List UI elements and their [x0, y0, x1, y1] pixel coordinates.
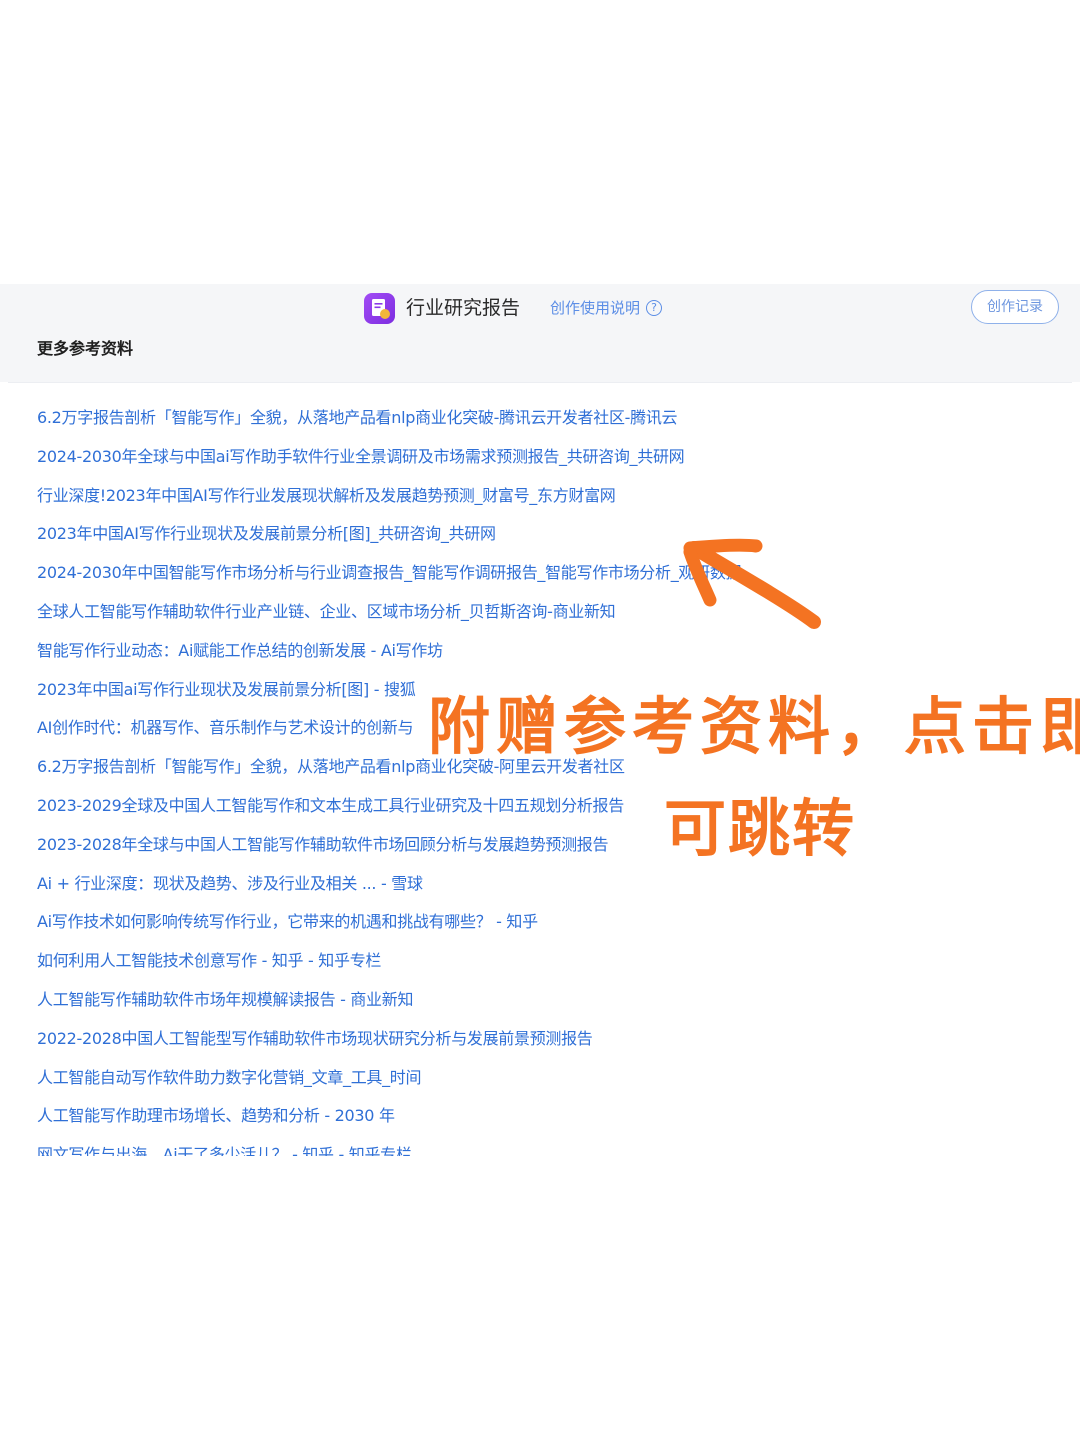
reference-list: 6.2万字报告剖析「智能写作」全貌，从落地产品看nlp商业化突破-腾讯云开发者社… [37, 406, 1077, 1156]
reference-link[interactable]: 网文写作与出海，Ai干了多少活儿？ - 知乎 - 知乎专栏 [37, 1143, 1077, 1156]
history-button[interactable]: 创作记录 [971, 290, 1059, 324]
reference-link[interactable]: 人工智能写作助理市场增长、趋势和分析 - 2030 年 [37, 1104, 1077, 1143]
app-screenshot: 行业研究报告 创作使用说明 ? 创作记录 更多参考资料 6.2万字报告剖析「智能… [0, 284, 1080, 1156]
document-report-icon [364, 293, 395, 324]
page-title: 行业研究报告 [406, 297, 521, 319]
divider [8, 382, 1072, 383]
reference-link[interactable]: 2024-2030年全球与中国ai写作助手软件行业全景调研及市场需求预测报告_共… [37, 445, 1077, 484]
help-link-label: 创作使用说明 [550, 299, 641, 317]
reference-link[interactable]: 2023-2029全球及中国人工智能写作和文本生成工具行业研究及十四五规划分析报… [37, 794, 1077, 833]
reference-link[interactable]: 2023年中国ai写作行业现状及发展前景分析[图] - 搜狐 [37, 678, 1077, 717]
reference-link[interactable]: 2023-2028年全球与中国人工智能写作辅助软件市场回顾分析与发展趋势预测报告 [37, 833, 1077, 872]
section-title: 更多参考资料 [37, 339, 134, 358]
reference-link[interactable]: 2024-2030年中国智能写作市场分析与行业调查报告_智能写作调研报告_智能写… [37, 561, 1077, 600]
reference-link[interactable]: 人工智能自动写作软件助力数字化营销_文章_工具_时间 [37, 1066, 1077, 1105]
reference-link[interactable]: 行业深度!2023年中国AI写作行业发展现状解析及发展趋势预测_财富号_东方财富… [37, 484, 1077, 523]
reference-link[interactable]: 人工智能写作辅助软件市场年规模解读报告 - 商业新知 [37, 988, 1077, 1027]
question-circle-icon: ? [646, 300, 663, 316]
help-link[interactable]: 创作使用说明 ? [550, 297, 663, 319]
header-bar: 行业研究报告 创作使用说明 ? 创作记录 更多参考资料 [0, 284, 1080, 382]
reference-link[interactable]: 如何利用人工智能技术创意写作 - 知乎 - 知乎专栏 [37, 949, 1077, 988]
reference-link[interactable]: 全球人工智能写作辅助软件行业产业链、企业、区域市场分析_贝哲斯咨询-商业新知 [37, 600, 1077, 639]
reference-link[interactable]: 6.2万字报告剖析「智能写作」全貌，从落地产品看nlp商业化突破-阿里云开发者社… [37, 755, 1077, 794]
reference-link[interactable]: AI创作时代：机器写作、音乐制作与艺术设计的创新与 [37, 716, 1077, 755]
reference-link[interactable]: 智能写作行业动态：Ai赋能工作总结的创新发展 - Ai写作坊 [37, 639, 1077, 678]
reference-link[interactable]: Ai + 行业深度：现状及趋势、涉及行业及相关 ... - 雪球 [37, 872, 1077, 911]
reference-link[interactable]: 2022-2028中国人工智能型写作辅助软件市场现状研究分析与发展前景预测报告 [37, 1027, 1077, 1066]
reference-link[interactable]: Ai写作技术如何影响传统写作行业，它带来的机遇和挑战有哪些？ - 知乎 [37, 910, 1077, 949]
reference-link[interactable]: 2023年中国AI写作行业现状及发展前景分析[图]_共研咨询_共研网 [37, 522, 1077, 561]
reference-link[interactable]: 6.2万字报告剖析「智能写作」全貌，从落地产品看nlp商业化突破-腾讯云开发者社… [37, 406, 1077, 445]
